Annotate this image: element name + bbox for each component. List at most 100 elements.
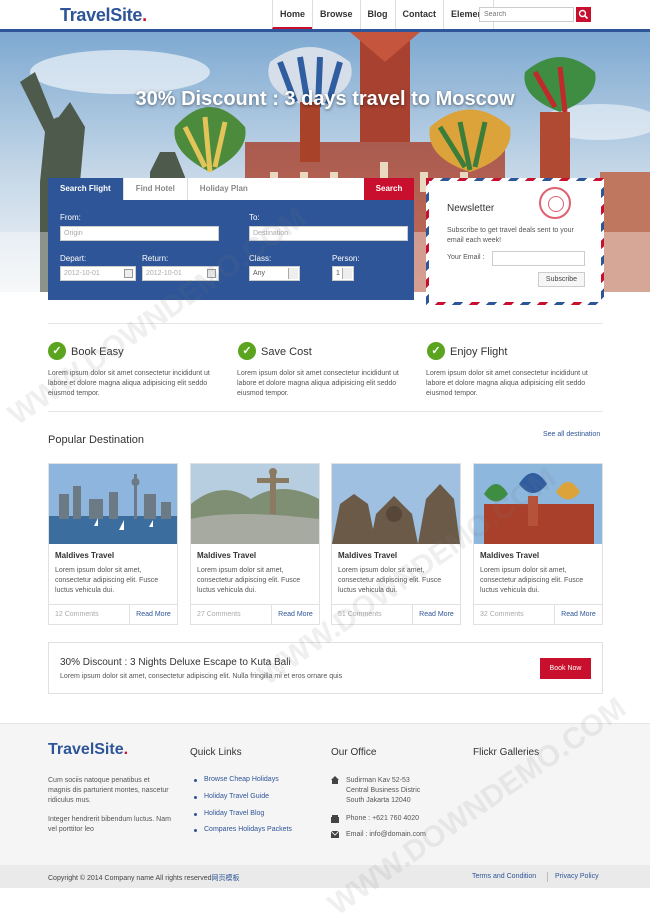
sydney-image — [49, 464, 177, 544]
moscow-image — [474, 464, 602, 544]
destination-card[interactable]: Maldives Travel Lorem ipsum dolor sit am… — [473, 463, 603, 625]
privacy-link[interactable]: Privacy Policy — [555, 873, 599, 880]
divider — [547, 872, 548, 882]
destination-field[interactable]: Destination — [249, 226, 408, 241]
office-title: Our Office — [331, 747, 377, 758]
destination-card[interactable]: Maldives Travel Lorem ipsum dolor sit am… — [190, 463, 320, 625]
quick-link[interactable]: Compares Holidays Packets — [194, 826, 292, 833]
chevron-down-icon — [342, 268, 352, 279]
quick-link[interactable]: Browse Cheap Holidays — [194, 776, 279, 783]
address-line: Sudirman Kav 52-53 — [346, 777, 410, 784]
office-email[interactable]: Email : info@domain.com — [346, 830, 426, 840]
copyright-text: Copyright © 2014 Company name All rights… — [48, 873, 240, 883]
nav-home[interactable]: Home — [272, 0, 313, 29]
comment-count: 32 Comments — [480, 611, 524, 618]
newsletter-title: Newsletter — [447, 203, 495, 214]
search-flight-button[interactable]: Search — [364, 178, 414, 200]
office-phone: Phone : +621 760 4020 — [346, 815, 419, 822]
card-footer: 51 Comments Read More — [332, 604, 460, 625]
copyright: Copyright © 2014 Company name All rights… — [48, 875, 212, 882]
card-text: Lorem ipsum dolor sit amet, consectetur … — [55, 567, 159, 594]
quick-links-title: Quick Links — [190, 747, 242, 758]
person-select[interactable]: 1 — [332, 266, 354, 281]
card-text: Lorem ipsum dolor sit amet, consectetur … — [480, 567, 584, 594]
feature-text: Lorem ipsum dolor sit amet consectetur i… — [426, 370, 588, 397]
return-date-value: 2012-10-01 — [146, 270, 182, 277]
copyright-link[interactable]: 网页模板 — [212, 875, 240, 882]
read-more-link[interactable]: Read More — [129, 605, 177, 625]
to-label: To: — [249, 213, 260, 222]
card-footer: 32 Comments Read More — [474, 604, 602, 625]
footer-about-text: Cum sociis natoque penatibus et magnis d… — [48, 777, 169, 804]
read-more-link[interactable]: Read More — [554, 605, 602, 625]
divider — [48, 323, 603, 324]
destination-card[interactable]: Maldives Travel Lorem ipsum dolor sit am… — [48, 463, 178, 625]
feature-text: Lorem ipsum dolor sit amet consectetur i… — [237, 370, 399, 397]
comment-count: 12 Comments — [55, 611, 99, 618]
person-label: Person: — [332, 254, 360, 263]
class-value: Any — [253, 270, 266, 277]
header-search-button[interactable] — [576, 7, 591, 22]
class-select[interactable]: Any — [249, 266, 300, 281]
search-icon — [578, 9, 589, 20]
see-all-link[interactable]: See all destination — [543, 431, 600, 438]
origin-field[interactable]: Origin — [60, 226, 219, 241]
header-search-input[interactable] — [479, 7, 574, 22]
comment-count: 51 Comments — [338, 611, 382, 618]
read-more-link[interactable]: Read More — [271, 605, 319, 625]
destination-card[interactable]: Maldives Travel Lorem ipsum dolor sit am… — [331, 463, 461, 625]
tab-find-hotel[interactable]: Find Hotel — [123, 178, 188, 200]
tab-search-flight[interactable]: Search Flight — [48, 178, 124, 200]
main-nav: Home Browse Blog Contact Element — [272, 0, 495, 29]
home-icon — [331, 776, 339, 784]
envelope-icon — [331, 831, 339, 838]
quick-link[interactable]: Holiday Travel Guide — [194, 793, 269, 800]
comment-count: 27 Comments — [197, 611, 241, 618]
feature-title: Enjoy Flight — [450, 346, 508, 358]
calendar-icon[interactable] — [124, 269, 133, 278]
read-more-link[interactable]: Read More — [412, 605, 460, 625]
return-date-field[interactable]: 2012-10-01 — [142, 266, 219, 281]
newsletter-email-input[interactable] — [492, 251, 585, 266]
tab-holiday-plan[interactable]: Holiday Plan — [187, 178, 261, 200]
borobudur-image — [332, 464, 460, 544]
depart-date-value: 2012-10-01 — [64, 270, 100, 277]
checkmark-icon: ✓ — [48, 342, 66, 360]
quick-link[interactable]: Holiday Travel Blog — [193, 810, 264, 817]
return-label: Return: — [142, 254, 169, 263]
hero-title: 30% Discount : 3 days travel to Moscow — [135, 88, 515, 110]
newsletter-text: Subscribe to get travel deals sent to yo… — [447, 227, 574, 244]
class-label: Class: — [249, 254, 272, 263]
address-line: South Jakarta 12040 — [346, 797, 411, 804]
checkmark-icon: ✓ — [238, 342, 256, 360]
newsletter-box: Newsletter Subscribe to get travel deals… — [426, 178, 604, 305]
feature-title: Book Easy — [71, 346, 124, 358]
checkmark-icon: ✓ — [427, 342, 445, 360]
terms-link[interactable]: Terms and Condition — [472, 873, 536, 880]
search-panel: From: Origin To: Destination Depart: 201… — [48, 200, 414, 300]
promo-text: Lorem ipsum dolor sit amet, consectetur … — [60, 673, 343, 680]
book-now-button[interactable]: Book Now — [540, 658, 591, 679]
card-footer: 12 Comments Read More — [49, 604, 177, 625]
card-text: Lorem ipsum dolor sit amet, consectetur … — [338, 567, 442, 594]
card-text: Lorem ipsum dolor sit amet, consectetur … — [197, 567, 301, 594]
calendar-icon[interactable] — [207, 269, 216, 278]
depart-date-field[interactable]: 2012-10-01 — [60, 266, 136, 281]
nav-blog[interactable]: Blog — [359, 0, 395, 29]
card-title[interactable]: Maldives Travel — [55, 551, 114, 560]
subscribe-button[interactable]: Subscribe — [538, 272, 585, 287]
newsletter-email-label: Your Email : — [447, 254, 485, 261]
divider — [48, 411, 603, 412]
nav-browse[interactable]: Browse — [312, 0, 360, 29]
footer-about-text: Integer hendrerit bibendum luctus. Nam v… — [48, 816, 171, 833]
footer-logo[interactable]: TravelSite. — [48, 741, 128, 759]
card-title[interactable]: Maldives Travel — [197, 551, 256, 560]
nav-contact[interactable]: Contact — [394, 0, 444, 29]
site-logo[interactable]: TravelSite. — [60, 5, 147, 26]
card-title[interactable]: Maldives Travel — [480, 551, 539, 560]
promo-title: 30% Discount : 3 Nights Deluxe Escape to… — [60, 657, 291, 668]
feature-text: Lorem ipsum dolor sit amet consectetur i… — [48, 370, 210, 397]
card-footer: 27 Comments Read More — [191, 604, 319, 625]
card-title[interactable]: Maldives Travel — [338, 551, 397, 560]
search-tabs: Search Flight Find Hotel Holiday Plan — [48, 178, 261, 200]
